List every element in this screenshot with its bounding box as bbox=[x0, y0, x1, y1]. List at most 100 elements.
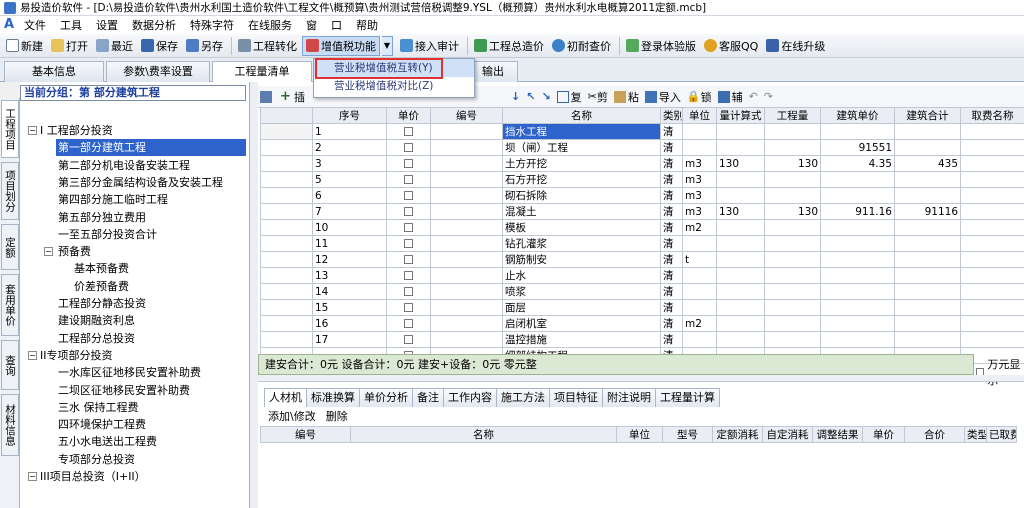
table-row[interactable]: 17 温控措施清 bbox=[260, 331, 1024, 348]
row-tree-cell[interactable] bbox=[260, 203, 313, 220]
cell-formula[interactable] bbox=[716, 315, 765, 332]
cell-fee-name[interactable] bbox=[960, 155, 1024, 172]
row-tree-cell[interactable] bbox=[260, 267, 313, 284]
cell-type[interactable]: 清 bbox=[660, 283, 683, 300]
cell-fee-name[interactable] bbox=[960, 123, 1024, 140]
cell-price[interactable] bbox=[820, 315, 895, 332]
tab-unit-analysis[interactable]: 单价分析 bbox=[359, 388, 413, 407]
cell-unitprice-check[interactable] bbox=[386, 267, 431, 284]
save-button[interactable]: 保存 bbox=[138, 36, 181, 56]
cell-type[interactable]: 清 bbox=[660, 203, 683, 220]
import-button[interactable]: 导入 bbox=[644, 89, 681, 105]
tab-work-content[interactable]: 工作内容 bbox=[443, 388, 497, 407]
cell-type[interactable]: 清 bbox=[660, 155, 683, 172]
cell-formula[interactable] bbox=[716, 171, 765, 188]
cell-unit[interactable]: m2 bbox=[682, 219, 717, 236]
vtab-query[interactable]: 查询 bbox=[1, 340, 19, 390]
tab-output[interactable]: 输出 bbox=[468, 61, 518, 82]
table-row[interactable]: 15 面层清 bbox=[260, 299, 1024, 316]
collapse-toggle-icon[interactable]: − bbox=[28, 126, 37, 135]
dcol-unit[interactable]: 单位 bbox=[616, 426, 663, 443]
tree-node[interactable]: III项目总投资（I+II） bbox=[38, 468, 146, 485]
cell-fee-name[interactable] bbox=[960, 171, 1024, 188]
tree-node[interactable]: 第二部分机电设备安装工程 bbox=[56, 157, 190, 174]
cell-name[interactable]: 喷浆 bbox=[502, 283, 661, 300]
cell-unitprice-check[interactable] bbox=[386, 235, 431, 252]
tree-node[interactable]: 价差预备费 bbox=[72, 278, 129, 295]
cell-name[interactable]: 面层 bbox=[502, 299, 661, 316]
grid-tool-1[interactable] bbox=[260, 90, 274, 103]
row-tree-cell[interactable] bbox=[260, 251, 313, 268]
tab-item-features[interactable]: 项目特征 bbox=[549, 388, 603, 407]
tab-standard-conversion[interactable]: 标准换算 bbox=[306, 388, 360, 407]
cell-unit[interactable] bbox=[682, 267, 717, 284]
cell-qty[interactable] bbox=[764, 267, 821, 284]
menu-file[interactable]: 文件 bbox=[24, 17, 46, 33]
tab-quantity-calc[interactable]: 工程量计算 bbox=[655, 388, 720, 407]
row-tree-cell[interactable] bbox=[260, 235, 313, 252]
cell-unitprice-check[interactable] bbox=[386, 139, 431, 156]
cell-name[interactable]: 土方开挖 bbox=[502, 155, 661, 172]
cell-qty[interactable] bbox=[764, 123, 821, 140]
menu-tools[interactable]: 工具 bbox=[60, 17, 82, 33]
cell-fee-name[interactable] bbox=[960, 187, 1024, 204]
col-fee-name[interactable]: 取费名称 bbox=[960, 107, 1024, 124]
cell-qty[interactable] bbox=[764, 251, 821, 268]
cell-total[interactable] bbox=[894, 235, 961, 252]
dcol-adjust[interactable]: 调整结果 bbox=[812, 426, 863, 443]
menu-help[interactable]: 帮助 bbox=[356, 17, 378, 33]
tree-node[interactable]: 建设期融资利息 bbox=[56, 312, 135, 329]
wan-yuan-checkbox[interactable]: 万元显示 bbox=[976, 356, 1024, 388]
redo-button[interactable]: ↷ bbox=[764, 90, 773, 103]
cell-total[interactable] bbox=[894, 139, 961, 156]
table-row[interactable]: 5 石方开挖清 m3 bbox=[260, 171, 1024, 188]
col-price[interactable]: 建筑单价 bbox=[820, 107, 895, 124]
dcol-name[interactable]: 名称 bbox=[350, 426, 617, 443]
cell-total[interactable] bbox=[894, 315, 961, 332]
cell-qty[interactable] bbox=[764, 315, 821, 332]
cell-price[interactable] bbox=[820, 123, 895, 140]
lock-button[interactable]: 🔒 锁 bbox=[687, 89, 712, 105]
vtab-unit-price[interactable]: 套用单价 bbox=[1, 274, 19, 336]
cell-fee-name[interactable] bbox=[960, 219, 1024, 236]
dcol-unitprice[interactable]: 单价 bbox=[862, 426, 905, 443]
cell-price[interactable] bbox=[820, 267, 895, 284]
tab-bill-of-quantities[interactable]: 工程量清单 bbox=[212, 61, 312, 83]
col-code[interactable]: 编号 bbox=[430, 107, 503, 124]
menu-window[interactable]: 窗 bbox=[306, 17, 317, 33]
cell-name[interactable]: 坝（闸）工程 bbox=[502, 139, 661, 156]
cell-type[interactable]: 清 bbox=[660, 267, 683, 284]
cell-unit[interactable] bbox=[682, 235, 717, 252]
vat-dropdown-arrow[interactable]: ▼ bbox=[382, 35, 393, 56]
cell-code[interactable] bbox=[430, 203, 503, 220]
cell-qty[interactable] bbox=[764, 235, 821, 252]
table-row[interactable]: 11 钻孔灌浆清 bbox=[260, 235, 1024, 252]
cell-unit[interactable] bbox=[682, 283, 717, 300]
unit-price-checkbox[interactable] bbox=[404, 175, 413, 184]
cell-code[interactable] bbox=[430, 123, 503, 140]
tree-node[interactable]: 五小水电送出工程费 bbox=[56, 433, 157, 450]
unit-price-checkbox[interactable] bbox=[404, 239, 413, 248]
cell-type[interactable]: 清 bbox=[660, 123, 683, 140]
cell-total[interactable] bbox=[894, 171, 961, 188]
row-tree-cell[interactable] bbox=[260, 299, 313, 316]
tree-node[interactable]: 四环境保护工程费 bbox=[56, 416, 146, 433]
unit-price-checkbox[interactable] bbox=[404, 303, 413, 312]
cell-price[interactable] bbox=[820, 251, 895, 268]
dcol-quota-consume[interactable]: 定额消耗 bbox=[712, 426, 763, 443]
vtab-quota[interactable]: 定额 bbox=[1, 224, 19, 270]
delete-button[interactable]: 删除 bbox=[326, 408, 348, 424]
tree-node[interactable]: 一水库区征地移民安置补助费 bbox=[56, 364, 201, 381]
cell-fee-name[interactable] bbox=[960, 299, 1024, 316]
cell-qty[interactable] bbox=[764, 283, 821, 300]
cell-type[interactable]: 清 bbox=[660, 331, 683, 348]
cell-price[interactable] bbox=[820, 219, 895, 236]
cell-price[interactable] bbox=[820, 299, 895, 316]
cell-fee-name[interactable] bbox=[960, 251, 1024, 268]
unit-price-checkbox[interactable] bbox=[404, 207, 413, 216]
cell-fee-name[interactable] bbox=[960, 139, 1024, 156]
cell-name[interactable]: 石方开挖 bbox=[502, 171, 661, 188]
cell-formula[interactable] bbox=[716, 251, 765, 268]
cell-unit[interactable]: m2 bbox=[682, 315, 717, 332]
cell-unitprice-check[interactable] bbox=[386, 219, 431, 236]
